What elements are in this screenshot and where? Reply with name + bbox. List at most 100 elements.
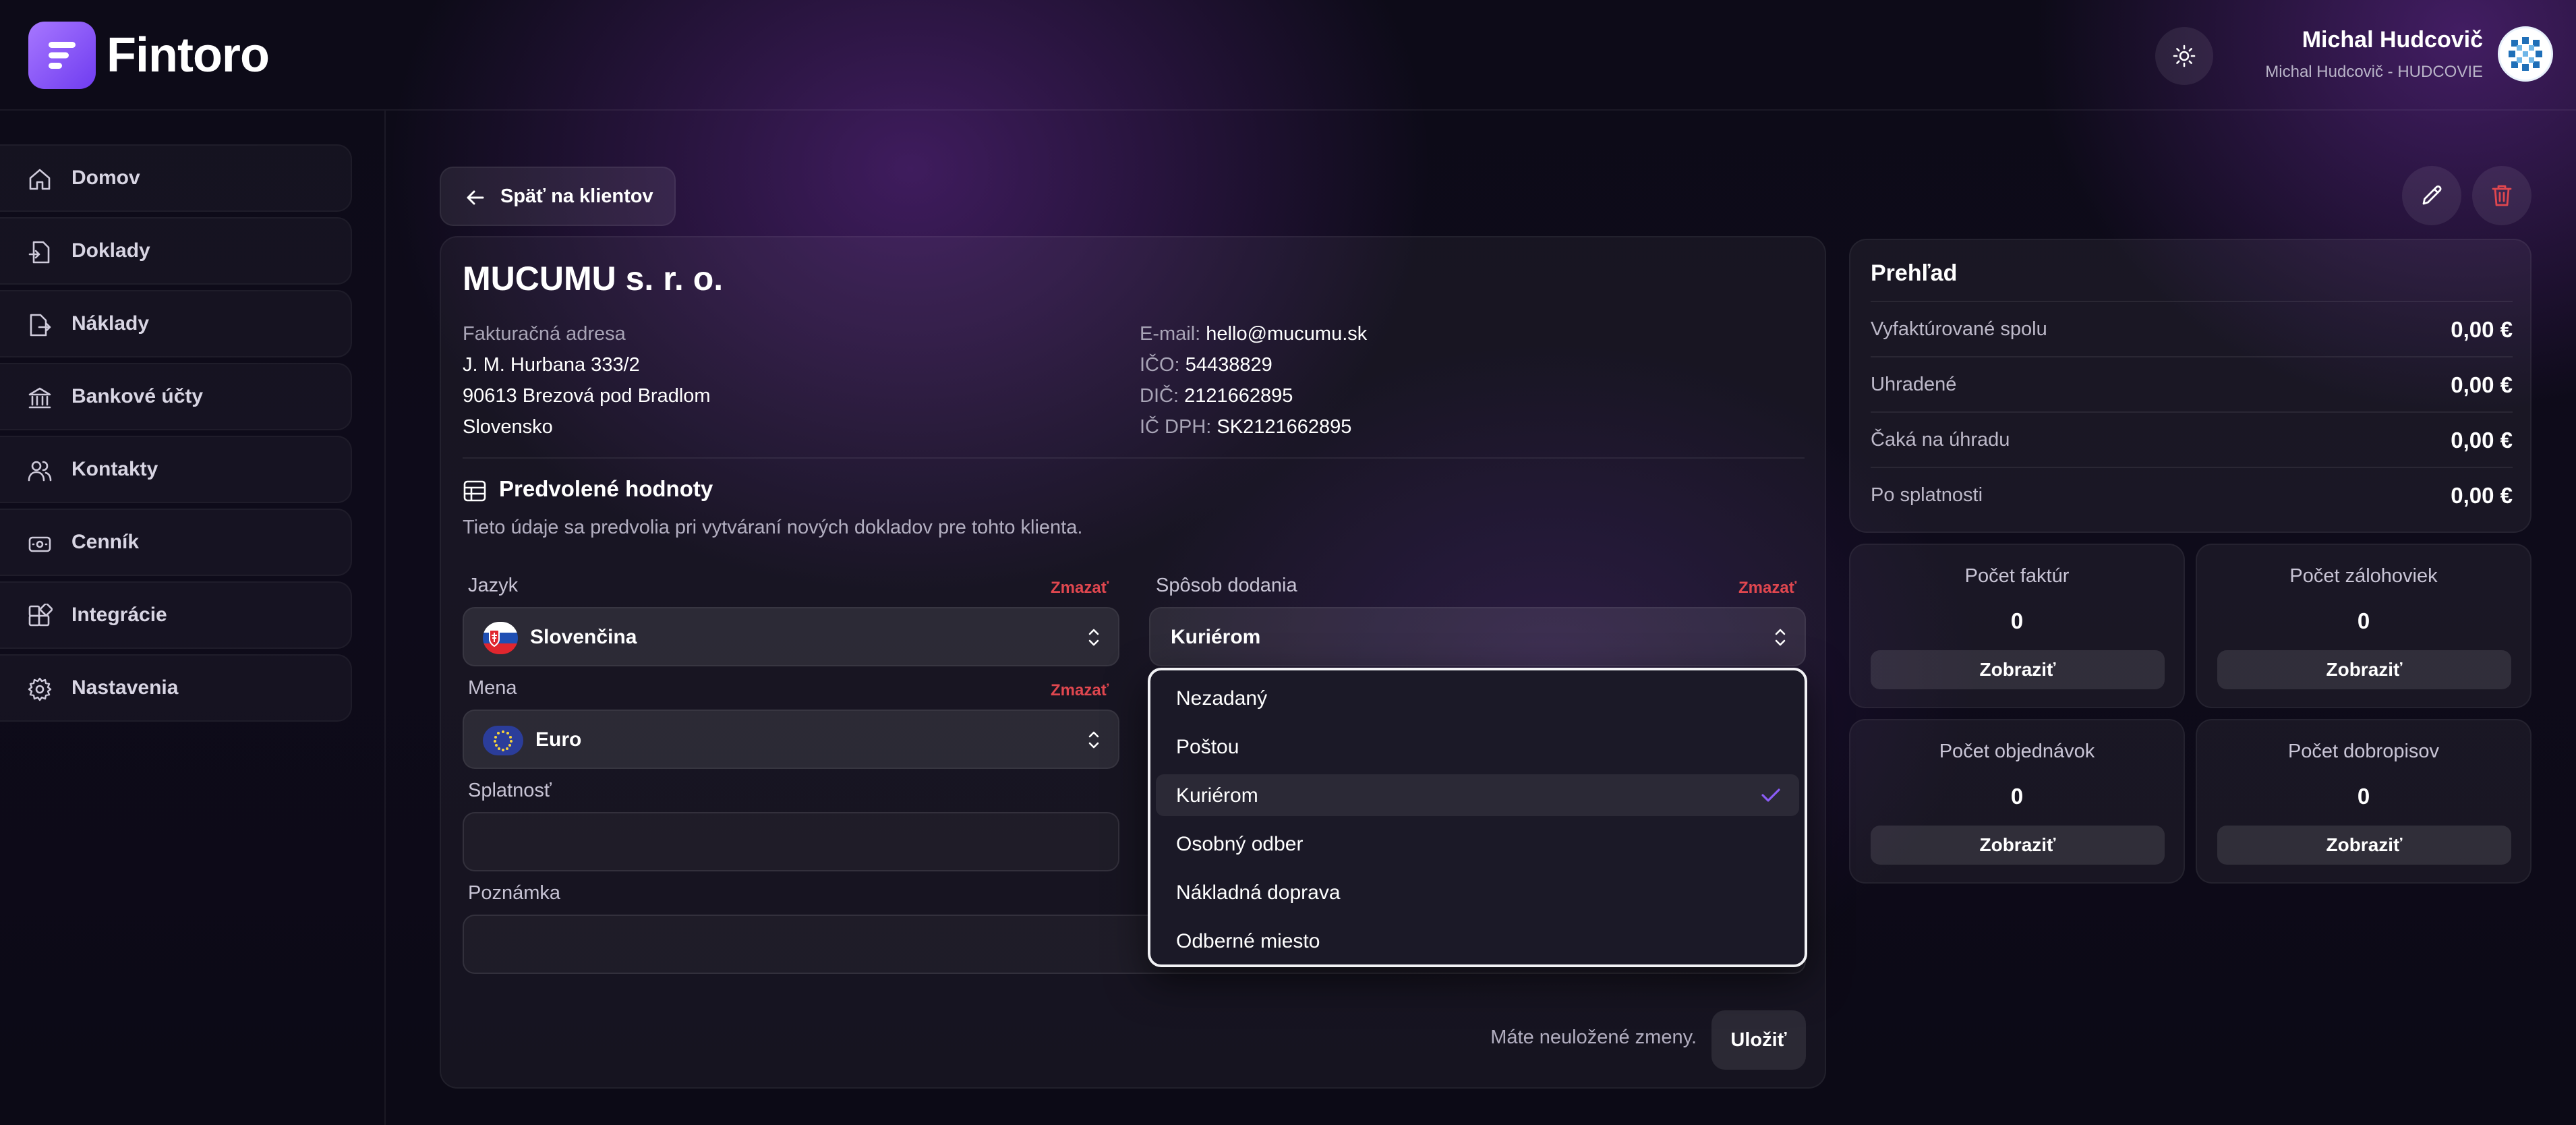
sidebar-item-nastavenia[interactable]: Nastavenia: [0, 654, 352, 722]
document-import-icon: [28, 241, 50, 264]
stat-label: Počet faktúr: [1964, 565, 2070, 587]
overview-row-value: 0,00 €: [2451, 372, 2513, 397]
option-label: Nákladná doprava: [1176, 882, 1341, 904]
sidebar-item-label: Doklady: [71, 239, 150, 262]
sidebar-item-cennik[interactable]: Cenník: [0, 509, 352, 576]
option-label: Osobný odber: [1176, 833, 1304, 855]
client-name: MUCUMU s. r. o.: [463, 260, 724, 297]
overview-row-label: Po splatnosti: [1871, 484, 1983, 506]
pencil-icon: [2422, 185, 2442, 205]
language-label: Jazyk: [468, 575, 519, 596]
sidebar-item-bankove-ucty[interactable]: Bankové účty: [0, 363, 352, 430]
stat-count: 0: [2357, 784, 2370, 809]
sidebar-item-label: Bankové účty: [71, 385, 204, 407]
overview-row-value: 0,00 €: [2451, 317, 2513, 342]
show-credit-notes-button[interactable]: Zobraziť: [2217, 826, 2511, 865]
currency-value: Euro: [535, 728, 582, 751]
sidebar: Domov Doklady Náklady Bankové účty Konta…: [0, 111, 386, 1125]
sidebar-item-label: Cenník: [71, 531, 140, 553]
delivery-dropdown-menu: Nezadaný Poštou Kuriérom Osobný odber Ná…: [1148, 668, 1807, 967]
delivery-option-kurierom[interactable]: Kuriérom: [1156, 774, 1799, 816]
ico-label: IČO:: [1140, 354, 1180, 376]
billing-address-label: Fakturačná adresa: [463, 323, 626, 345]
delivery-label: Spôsob dodania: [1156, 575, 1297, 596]
currency-clear-link[interactable]: Zmazať: [1051, 681, 1109, 700]
sidebar-item-label: Kontakty: [71, 458, 158, 480]
trash-icon: [2492, 185, 2512, 206]
option-label: Nezadaný: [1176, 687, 1268, 710]
due-input[interactable]: [463, 812, 1119, 871]
sidebar-item-label: Nastavenia: [71, 676, 179, 699]
defaults-section-description: Tieto údaje sa predvolia pri vytváraní n…: [463, 517, 1083, 538]
stat-label: Počet dobropisov: [2287, 741, 2440, 762]
sidebar-item-domov[interactable]: Domov: [0, 144, 352, 212]
delete-client-button[interactable]: [2472, 166, 2531, 225]
delivery-option-nakladna-doprava[interactable]: Nákladná doprava: [1156, 871, 1799, 913]
app-logo[interactable]: Fintoro: [28, 22, 270, 89]
delivery-option-odberne-miesto[interactable]: Odberné miesto: [1156, 920, 1799, 962]
chevron-updown-icon: [1088, 731, 1099, 749]
client-icdph: SK2121662895: [1217, 416, 1352, 438]
stat-card-orders: Počet objednávok 0 Zobraziť: [1849, 719, 2185, 884]
client-email[interactable]: hello@mucumu.sk: [1206, 323, 1367, 345]
delivery-select[interactable]: Kuriérom: [1149, 607, 1806, 666]
show-orders-button[interactable]: Zobraziť: [1871, 826, 2165, 865]
delivery-clear-link[interactable]: Zmazať: [1738, 579, 1796, 598]
sidebar-item-integracie[interactable]: Integrácie: [0, 581, 352, 649]
theme-toggle-button[interactable]: [2155, 27, 2213, 85]
billing-city: 90613 Brezová pod Bradlom: [463, 385, 711, 407]
delivery-option-osobny-odber[interactable]: Osobný odber: [1156, 823, 1799, 865]
delivery-option-nezadany[interactable]: Nezadaný: [1156, 677, 1799, 719]
user-company: Michal Hudcovič - HUDCOVIE: [2265, 63, 2483, 81]
fintoro-logo-icon: [28, 22, 96, 89]
chevron-updown-icon: [1775, 629, 1786, 646]
delivery-option-postou[interactable]: Poštou: [1156, 726, 1799, 768]
edit-client-button[interactable]: [2402, 166, 2461, 225]
show-proformas-button[interactable]: Zobraziť: [2217, 650, 2511, 689]
stat-label: Počet zálohoviek: [2289, 565, 2438, 587]
bank-icon: [28, 387, 51, 409]
stat-count: 0: [2357, 608, 2370, 633]
overview-card: Prehľad Vyfaktúrované spolu 0,00 € Uhrad…: [1849, 239, 2531, 533]
sidebar-item-label: Domov: [71, 167, 140, 189]
chevron-updown-icon: [1088, 629, 1099, 646]
user-menu[interactable]: Michal Hudcovič Michal Hudcovič - HUDCOV…: [2265, 27, 2483, 82]
language-clear-link[interactable]: Zmazať: [1051, 579, 1109, 598]
defaults-section-title: Predvolené hodnoty: [499, 476, 713, 501]
integrations-icon: [28, 604, 53, 627]
overview-row: Uhradené 0,00 €: [1871, 356, 2513, 411]
billing-address: Fakturačná adresa J. M. Hurbana 333/2 90…: [463, 318, 711, 442]
sidebar-item-kontakty[interactable]: Kontakty: [0, 436, 352, 503]
language-select[interactable]: Slovenčina: [463, 607, 1119, 666]
user-name: Michal Hudcovič: [2302, 27, 2483, 53]
stat-count: 0: [2010, 608, 2024, 633]
due-label: Splatnosť: [468, 780, 552, 801]
client-dic: 2121662895: [1184, 385, 1293, 407]
slovak-flag-icon: [483, 622, 518, 654]
back-to-clients-button[interactable]: Späť na klientov: [440, 167, 676, 226]
users-icon: [28, 461, 52, 482]
stat-card-invoices: Počet faktúr 0 Zobraziť: [1849, 544, 2185, 708]
stat-card-proformas: Počet zálohoviek 0 Zobraziť: [2196, 544, 2531, 708]
dic-label: DIČ:: [1140, 385, 1179, 407]
option-label: Poštou: [1176, 736, 1239, 758]
eu-flag-icon: [483, 726, 523, 755]
show-invoices-button[interactable]: Zobraziť: [1871, 650, 2165, 689]
option-label: Kuriérom: [1176, 784, 1258, 807]
currency-select[interactable]: Euro: [463, 710, 1119, 769]
sun-icon: [2173, 45, 2196, 67]
delivery-value: Kuriérom: [1171, 626, 1261, 648]
language-value: Slovenčina: [530, 626, 637, 648]
overview-row: Po splatnosti 0,00 €: [1871, 467, 2513, 522]
overview-row-value: 0,00 €: [2451, 483, 2513, 508]
avatar[interactable]: [2498, 26, 2553, 82]
sidebar-item-naklady[interactable]: Náklady: [0, 290, 352, 357]
client-contact-details: E-mail: hello@mucumu.sk IČO: 54438829 DI…: [1140, 318, 1367, 442]
currency-label: Mena: [468, 677, 517, 699]
overview-row-value: 0,00 €: [2451, 428, 2513, 453]
icdph-label: IČ DPH:: [1140, 416, 1212, 438]
save-button[interactable]: Uložiť: [1711, 1010, 1806, 1070]
sidebar-item-doklady[interactable]: Doklady: [0, 217, 352, 285]
section-divider: [463, 457, 1805, 459]
sidebar-item-label: Náklady: [71, 312, 150, 335]
